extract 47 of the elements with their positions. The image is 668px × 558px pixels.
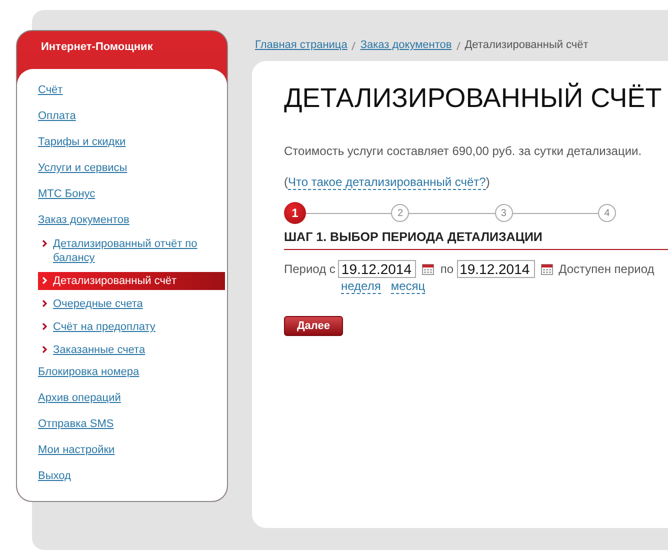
period-link[interactable]: неделя [341, 279, 381, 294]
step-indicator: 3 [494, 204, 513, 222]
slash-icon [351, 41, 356, 51]
sidebar-link[interactable]: Услуги и сервисы [38, 161, 128, 175]
help-link[interactable]: Что такое детализированный счёт? [288, 175, 486, 190]
chevron-icon [42, 346, 47, 353]
sidebar-link[interactable]: Архив операций [38, 391, 121, 405]
chevron-icon [42, 300, 47, 307]
field-label: Период с [284, 262, 336, 276]
breadcrumb-current: Детализированный счёт [464, 39, 588, 51]
chevron-icon [42, 323, 47, 330]
paren-text: ( [284, 175, 288, 190]
date-field[interactable]: 19.12.2014 [338, 260, 416, 278]
price-note: Стоимость услуги составляет 690,00 руб. за сутки детализации. [284, 144, 643, 158]
paren-text: ) [486, 175, 490, 190]
sidebar-subitem[interactable]: Очередные счета [38, 295, 225, 313]
calendar-icon[interactable] [540, 264, 553, 274]
breadcrumb-link[interactable]: Главная страница [255, 39, 348, 51]
sidebar-link[interactable]: Тарифы и скидки [38, 135, 126, 149]
sidebar-subitem[interactable]: Заказанные счета [38, 341, 225, 359]
field-label: по [440, 262, 454, 276]
sidebar-link[interactable]: Выход [38, 469, 71, 483]
period-note: Доступен период [558, 262, 654, 276]
sidebar-link[interactable]: Отправка SMS [38, 417, 114, 431]
step-indicator: 4 [598, 204, 616, 222]
next-button[interactable]: Далее [284, 316, 343, 336]
sidebar-link[interactable]: Счёт [38, 83, 63, 97]
sidebar-title: Интернет-Помощник [40, 40, 154, 55]
step-indicator: 1 [284, 202, 306, 224]
sidebar-subitem[interactable]: Детализированный отчёт по балансу [38, 235, 225, 267]
sidebar-subitem[interactable]: Детализированный счёт [38, 272, 225, 290]
chevron-icon [42, 277, 47, 284]
chevron-icon [42, 240, 47, 247]
calendar-icon[interactable] [422, 264, 434, 274]
step-heading: ШАГ 1. ВЫБОР ПЕРИОДА ДЕТАЛИЗАЦИИ [284, 230, 668, 250]
page-title: ДЕТАЛИЗИРОВАННЫЙ СЧЁТ [284, 83, 663, 114]
sidebar-link[interactable]: Мои настройки [38, 443, 115, 457]
slash-icon [456, 41, 461, 51]
sidebar-subitem[interactable]: Счёт на предоплату [38, 318, 225, 336]
sidebar-link[interactable]: МТС Бонус [38, 187, 96, 201]
sidebar-link[interactable]: Оплата [38, 109, 76, 123]
sidebar-link[interactable]: Заказ документов [38, 213, 130, 227]
period-link[interactable]: месяц [390, 279, 426, 294]
sidebar-link[interactable]: Блокировка номера [38, 365, 140, 379]
breadcrumb-link[interactable]: Заказ документов [360, 39, 452, 51]
step-indicator: 2 [391, 204, 410, 222]
date-field[interactable]: 19.12.2014 [456, 260, 535, 278]
